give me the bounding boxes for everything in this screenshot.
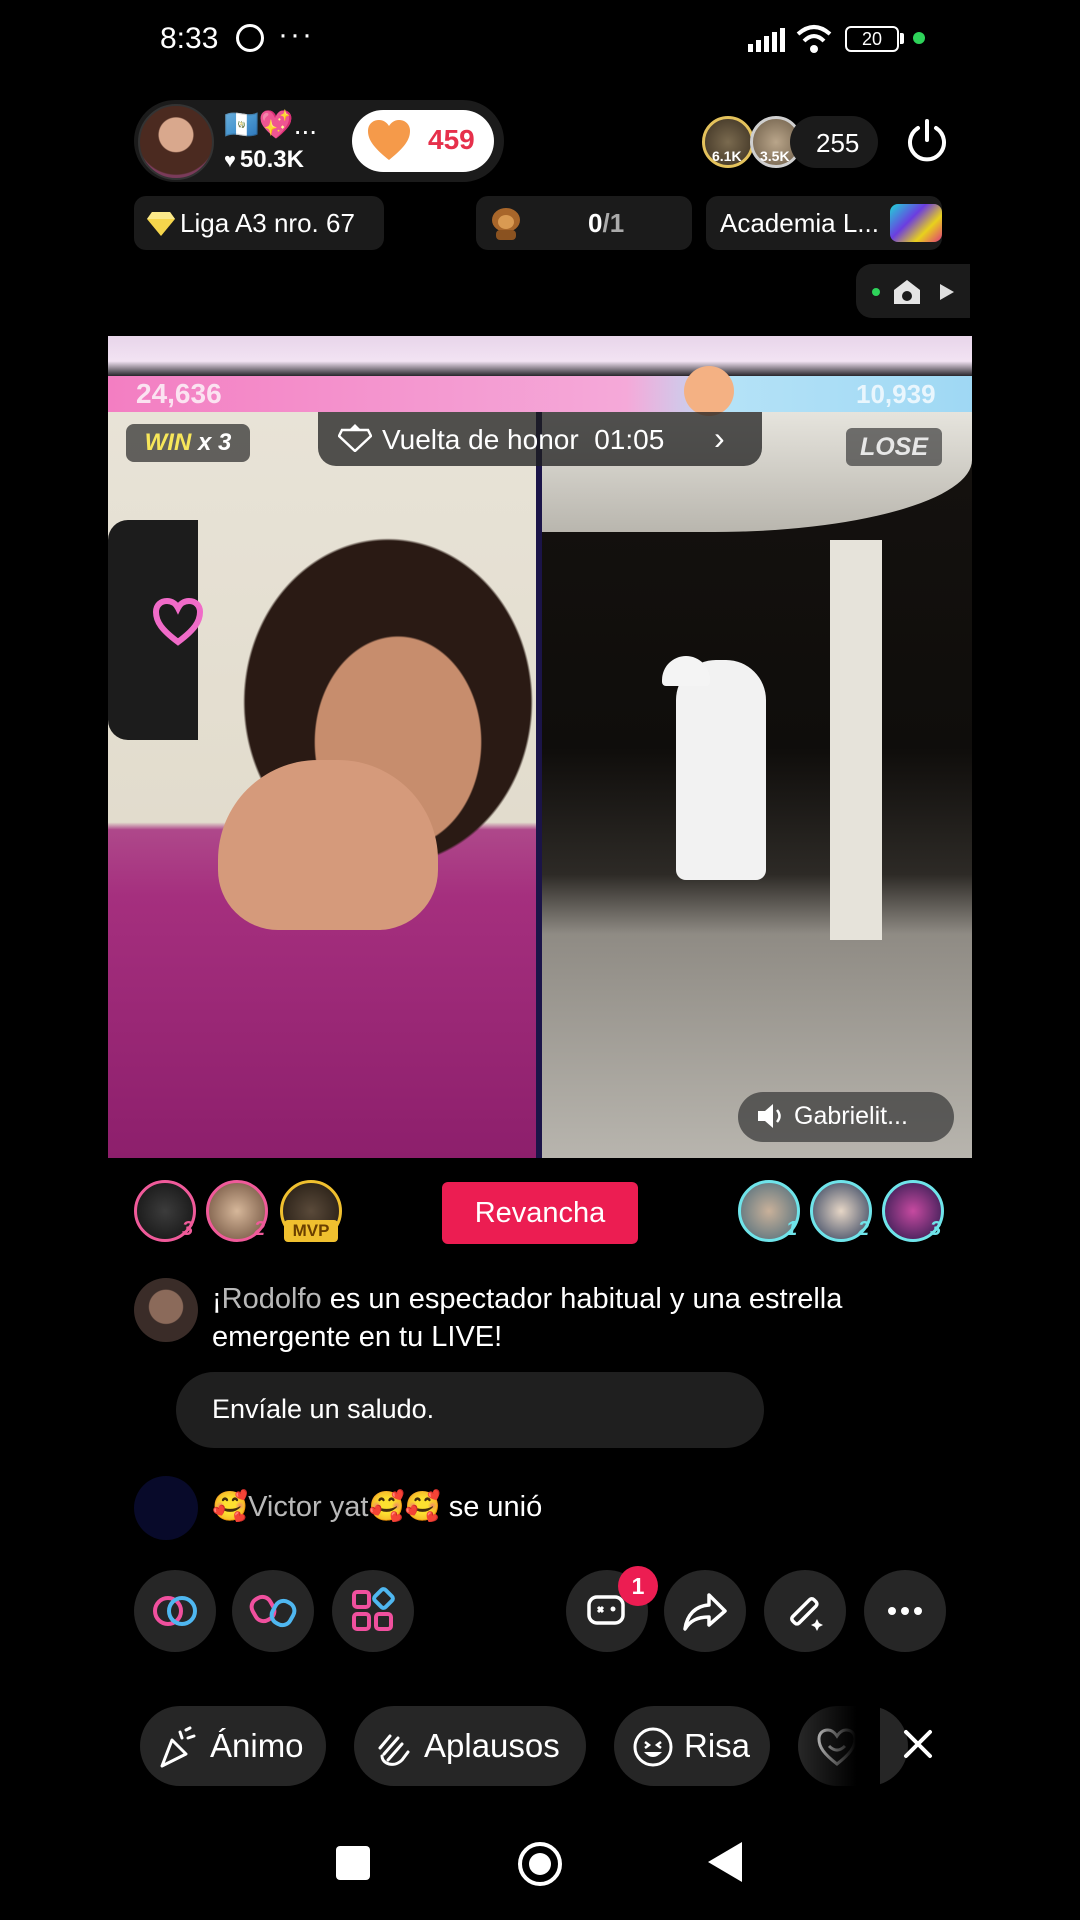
league-label: Liga A3 nro. 67 <box>180 208 355 238</box>
multi-guest-button[interactable] <box>134 1570 216 1652</box>
signal-icon <box>748 28 785 52</box>
goal-progress: 0/1 <box>588 208 624 239</box>
heart-icon: ♥ <box>224 150 236 172</box>
clock: 8:33 <box>160 22 219 55</box>
share-button[interactable] <box>664 1570 746 1652</box>
battery-icon: 20 <box>845 26 899 52</box>
left-gifter-rank: 2 <box>254 1218 266 1240</box>
recents-button[interactable] <box>336 1846 370 1880</box>
home-button[interactable] <box>518 1842 562 1886</box>
honor-lap-timer: 01:05 <box>594 424 665 455</box>
close-icon[interactable] <box>896 1722 940 1766</box>
reaction-cheer[interactable]: Ánimo <box>140 1706 326 1786</box>
pink-heart-sticker-icon <box>152 597 204 646</box>
reaction-label: Aplausos <box>424 1727 560 1764</box>
chat-prefix: ¡ <box>212 1283 222 1315</box>
join-text: se unió <box>440 1491 543 1523</box>
scroll-fade <box>800 1700 880 1792</box>
speaker-icon <box>758 1104 781 1128</box>
back-icon[interactable] <box>708 1842 742 1882</box>
features-button[interactable] <box>332 1570 414 1652</box>
greeting-label: Envíale un saludo. <box>212 1394 435 1424</box>
win-label: WIN <box>144 429 192 456</box>
top-viewer-score-1: 6.1K <box>712 148 742 164</box>
chat-avatar[interactable] <box>134 1278 198 1342</box>
battle-score-bar <box>108 376 972 412</box>
notification-badge: 1 <box>618 1566 658 1606</box>
left-gifter-rank: 3 <box>182 1218 194 1240</box>
status-bar: 8:33 ··· 20 <box>0 0 1080 80</box>
host-avatar[interactable] <box>138 104 214 180</box>
host-likes-value: 50.3K <box>239 146 304 173</box>
magic-wand-icon <box>790 1597 823 1631</box>
chat-message: ¡Rodolfo es un espectador habitual y una… <box>212 1280 952 1356</box>
viewer-count: 255 <box>816 128 860 158</box>
battle-button[interactable] <box>232 1570 314 1652</box>
honor-lap-text: Vuelta de honor 01:05 <box>382 424 664 456</box>
join-username[interactable]: 🥰Victor yat🥰🥰 <box>212 1491 441 1523</box>
more-notifications-icon: ··· <box>278 18 314 51</box>
privacy-indicator <box>913 32 925 44</box>
laughing-emoji-icon <box>684 366 734 416</box>
gift-count: 459 <box>428 124 475 155</box>
boxing-gloves-icon <box>249 1594 297 1628</box>
wifi-icon <box>796 25 832 53</box>
play-icon <box>940 284 954 300</box>
goal-total: /1 <box>602 208 625 238</box>
porch-pillar <box>830 540 882 940</box>
top-viewer-score-2: 3.5K <box>760 148 790 164</box>
host-hands <box>218 760 438 930</box>
academy-label: Academia L... <box>720 208 879 238</box>
right-gifter-rank: 3 <box>930 1218 942 1240</box>
chevron-right-icon: › <box>714 420 725 456</box>
goal-done: 0 <box>588 208 603 238</box>
academy-badge-icon <box>890 204 942 242</box>
crown-diamond-icon <box>338 424 372 452</box>
score-mist <box>108 336 972 378</box>
host-name: 🇬🇹💖... <box>224 109 318 140</box>
share-arrow-icon <box>683 1593 727 1631</box>
clapping-hands-icon <box>378 1734 410 1766</box>
right-gifter-rank: 2 <box>858 1218 870 1240</box>
left-score: 24,636 <box>136 378 222 409</box>
party-popper-icon <box>160 1726 196 1768</box>
mvp-badge: MVP <box>284 1220 338 1242</box>
link-rings-icon <box>153 1596 197 1626</box>
reaction-applause[interactable]: Aplausos <box>354 1706 586 1786</box>
reaction-laugh[interactable]: Risa <box>614 1706 770 1786</box>
effects-button[interactable] <box>764 1570 846 1652</box>
win-badge: WIN x 3 <box>126 424 250 462</box>
power-icon[interactable] <box>904 118 950 164</box>
lose-badge: LOSE <box>846 428 942 466</box>
more-dots-icon <box>888 1607 922 1615</box>
opponent-person <box>676 660 766 880</box>
diamond-icon <box>147 212 175 236</box>
whatsapp-icon <box>236 24 264 52</box>
host-likes: ♥ 50.3K <box>224 146 304 174</box>
laughing-face-icon <box>633 1727 673 1767</box>
reaction-label: Risa <box>684 1727 751 1764</box>
live-dot <box>872 288 880 296</box>
reaction-label: Ánimo <box>210 1727 304 1764</box>
join-message: 🥰Victor yat🥰🥰 se unió <box>212 1490 542 1524</box>
win-multiplier: x 3 <box>197 429 232 456</box>
join-avatar[interactable] <box>134 1476 198 1540</box>
right-gifter-rank: 1 <box>786 1218 798 1240</box>
opponent-name: Gabrielit... <box>794 1102 908 1130</box>
chat-username[interactable]: Rodolfo <box>222 1283 322 1315</box>
honor-lap-label: Vuelta de honor <box>382 424 579 455</box>
orange-heart-icon <box>368 120 410 160</box>
home-camera-icon <box>894 280 920 304</box>
rematch-button[interactable]: Revancha <box>442 1182 638 1244</box>
lion-icon <box>492 208 520 240</box>
apps-grid-icon <box>352 1587 395 1631</box>
battery-tip <box>900 33 904 44</box>
right-score: 10,939 <box>856 379 936 409</box>
more-options-button[interactable] <box>864 1570 946 1652</box>
